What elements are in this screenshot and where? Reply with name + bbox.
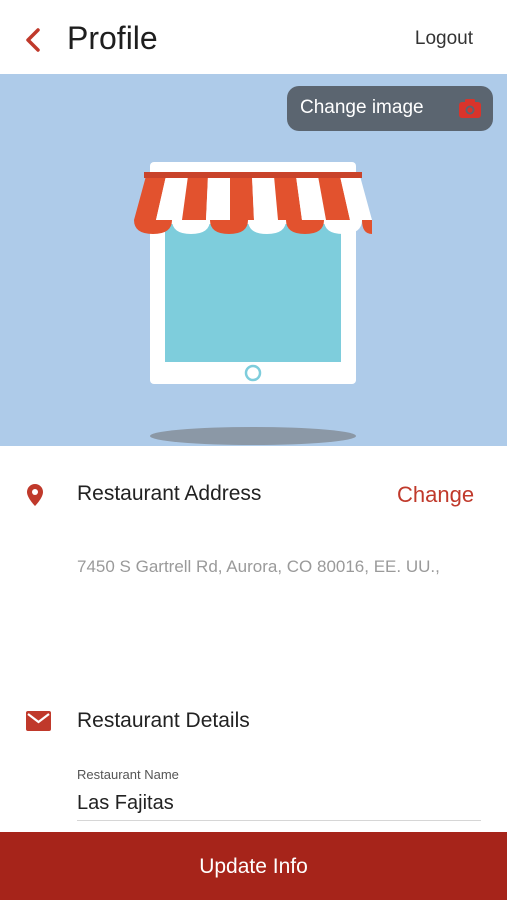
camera-icon [459, 99, 481, 118]
logout-button[interactable]: Logout [415, 28, 473, 50]
address-section-title: Restaurant Address [77, 482, 262, 505]
store-icon [134, 162, 372, 445]
restaurant-name-label: Restaurant Name [77, 767, 179, 782]
location-pin-icon [27, 484, 43, 506]
chevron-left-icon [26, 28, 40, 52]
update-info-button[interactable]: Update Info [0, 832, 507, 900]
back-button[interactable] [18, 22, 50, 58]
mail-icon [26, 711, 51, 731]
details-section-title: Restaurant Details [77, 709, 250, 732]
app-header: Profile Logout [0, 0, 507, 74]
restaurant-name-input[interactable] [77, 786, 481, 821]
change-image-label: Change image [300, 97, 424, 118]
change-image-button[interactable]: Change image [287, 86, 493, 131]
change-address-button[interactable]: Change [397, 482, 474, 508]
page-title: Profile [67, 20, 158, 56]
address-value: 7450 S Gartrell Rd, Aurora, CO 80016, EE… [77, 557, 440, 576]
